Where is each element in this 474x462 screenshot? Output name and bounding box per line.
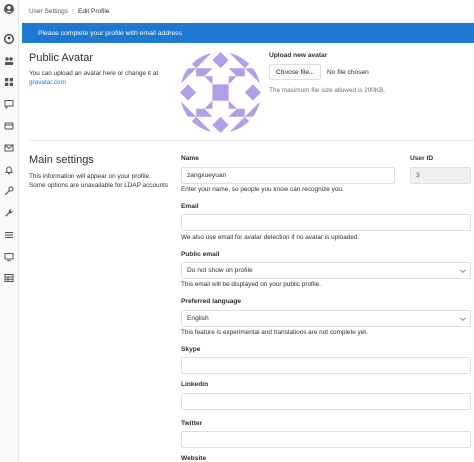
public-email-help: This email will be displayed on your pub… bbox=[181, 281, 321, 288]
linkedin-label: Linkedin bbox=[181, 381, 209, 388]
user-id-label: User ID bbox=[410, 155, 434, 162]
monitor-icon[interactable] bbox=[3, 251, 15, 263]
choose-file-button[interactable]: Choose file... bbox=[269, 64, 322, 80]
mail-icon[interactable] bbox=[3, 142, 15, 154]
list-icon[interactable] bbox=[3, 229, 15, 241]
name-help: Enter your name, so people you know can … bbox=[181, 186, 344, 193]
key-icon[interactable] bbox=[3, 185, 15, 197]
projects-icon[interactable] bbox=[3, 55, 15, 67]
skype-label: Skype bbox=[181, 346, 201, 353]
user-id-field: 3 bbox=[410, 167, 471, 184]
user-icon[interactable] bbox=[3, 3, 15, 15]
info-banner: Please complete your profile with email … bbox=[22, 23, 474, 43]
email-label: Email bbox=[181, 203, 199, 210]
breadcrumb-parent-link[interactable]: User Settings bbox=[29, 8, 68, 15]
gravatar-link[interactable]: gravatar.com bbox=[29, 79, 66, 86]
twitter-label: Twitter bbox=[181, 420, 203, 427]
preferred-language-help: This feature is experimental and transla… bbox=[181, 329, 368, 336]
chevron-down-icon bbox=[460, 317, 466, 321]
section-divider bbox=[29, 140, 474, 141]
avatar bbox=[180, 52, 261, 133]
public-email-selected: Do not show on profile bbox=[187, 267, 253, 274]
website-label: Website bbox=[181, 455, 207, 462]
email-field[interactable] bbox=[181, 214, 471, 231]
public-email-label: Public email bbox=[181, 251, 220, 258]
card-icon[interactable] bbox=[3, 120, 15, 132]
email-help: We also use email for avatar detection i… bbox=[181, 234, 360, 241]
wrench-icon[interactable] bbox=[3, 207, 15, 219]
chevron-right-icon: › bbox=[72, 8, 75, 14]
name-field[interactable]: zangxueyuan bbox=[181, 167, 395, 184]
table-icon[interactable] bbox=[3, 272, 15, 284]
preferred-language-selected: English bbox=[187, 315, 209, 322]
banner-text: Please complete your profile with email … bbox=[38, 29, 182, 37]
avatar-desc-text: You can upload an avatar here or change … bbox=[29, 70, 159, 77]
name-label: Name bbox=[181, 155, 199, 162]
chevron-down-icon bbox=[460, 269, 466, 273]
preferred-language-select[interactable]: English bbox=[181, 310, 471, 327]
breadcrumb-current[interactable]: Edit Profile bbox=[78, 8, 109, 15]
twitter-field[interactable] bbox=[181, 431, 471, 448]
public-avatar-title: Public Avatar bbox=[29, 52, 94, 64]
public-avatar-description: You can upload an avatar here or change … bbox=[29, 69, 174, 87]
linkedin-field[interactable] bbox=[181, 393, 471, 410]
no-file-text: No file chosen bbox=[327, 69, 369, 76]
preferred-language-label: Preferred language bbox=[181, 298, 242, 305]
max-size-note: The maximum file size allowed is 200KB. bbox=[269, 87, 386, 94]
main-settings-title: Main settings bbox=[29, 154, 94, 166]
skype-field[interactable] bbox=[181, 357, 471, 374]
breadcrumb: User Settings › Edit Profile bbox=[29, 5, 109, 17]
sidebar bbox=[0, 0, 19, 462]
main-settings-description: This information will appear on your pro… bbox=[29, 173, 169, 189]
bell-icon[interactable] bbox=[3, 164, 15, 176]
apps-icon[interactable] bbox=[3, 76, 15, 88]
upload-avatar-label: Upload new avatar bbox=[269, 52, 328, 59]
profile-icon[interactable] bbox=[3, 33, 15, 45]
public-email-select[interactable]: Do not show on profile bbox=[181, 262, 471, 279]
chat-icon[interactable] bbox=[3, 98, 15, 110]
